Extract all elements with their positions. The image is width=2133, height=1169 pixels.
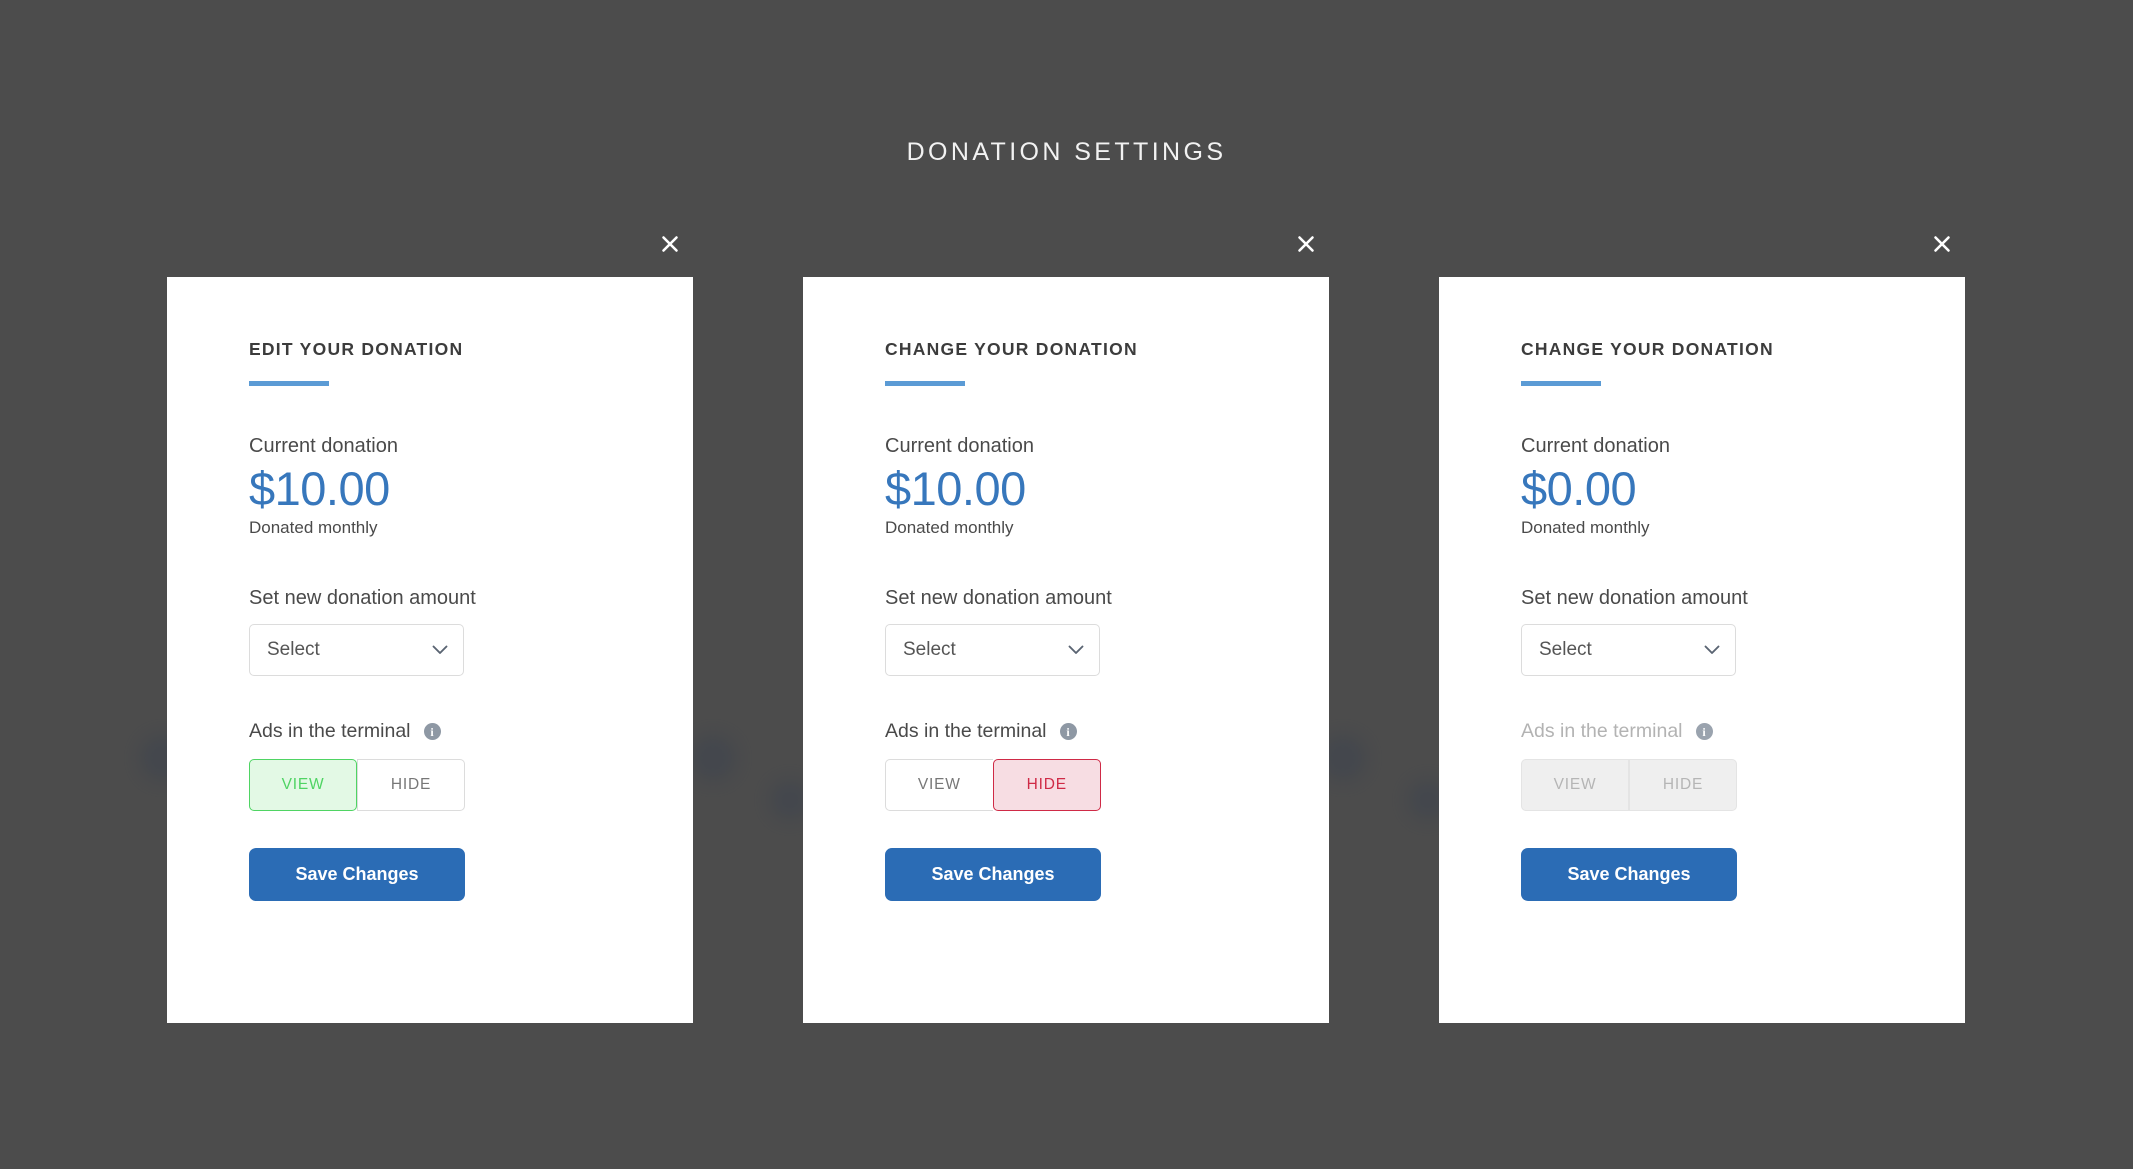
toggle-option-view[interactable]: VIEW [885, 759, 993, 812]
close-icon[interactable] [653, 227, 687, 261]
donation-cards-container: EDIT YOUR DONATION Current donation $10.… [0, 236, 2133, 1023]
chevron-down-icon [1704, 645, 1720, 655]
toggle-option-view[interactable]: VIEW [249, 759, 357, 812]
accent-underline [885, 381, 965, 386]
card-panel: CHANGE YOUR DONATION Current donation $0… [1439, 277, 1965, 1023]
set-new-amount-label: Set new donation amount [1521, 587, 1748, 610]
close-icon[interactable] [1925, 227, 1959, 261]
card-panel: CHANGE YOUR DONATION Current donation $1… [803, 277, 1329, 1023]
card-title: EDIT YOUR DONATION [249, 339, 464, 359]
current-donation-label: Current donation [1521, 435, 1670, 457]
accent-underline [249, 381, 329, 386]
ads-visibility-toggle: VIEW HIDE [249, 759, 465, 812]
donation-frequency: Donated monthly [885, 518, 1014, 538]
current-donation-label: Current donation [249, 435, 398, 457]
card-panel: EDIT YOUR DONATION Current donation $10.… [167, 277, 693, 1023]
toggle-option-hide[interactable]: HIDE [357, 759, 465, 812]
current-donation-label: Current donation [885, 435, 1034, 457]
ads-visibility-toggle: VIEW HIDE [885, 759, 1101, 812]
save-changes-button[interactable]: Save Changes [249, 848, 465, 902]
donation-card-2: CHANGE YOUR DONATION Current donation $1… [803, 236, 1329, 1023]
info-icon[interactable]: i [1059, 723, 1077, 741]
ads-terminal-label: Ads in the terminal [249, 720, 411, 743]
accent-underline [1521, 381, 1601, 386]
current-donation-amount: $0.00 [1521, 462, 1637, 515]
select-value: Select [903, 639, 956, 661]
ads-terminal-row: Ads in the terminal i [885, 720, 1329, 743]
select-value: Select [267, 639, 320, 661]
close-icon[interactable] [1289, 227, 1323, 261]
info-icon[interactable]: i [1695, 723, 1713, 741]
info-icon[interactable]: i [423, 723, 441, 741]
donation-amount-select[interactable]: Select [1521, 624, 1736, 677]
chevron-down-icon [1068, 645, 1084, 655]
toggle-option-view: VIEW [1521, 759, 1629, 812]
ads-terminal-row: Ads in the terminal i [249, 720, 693, 743]
save-changes-button[interactable]: Save Changes [885, 848, 1101, 902]
set-new-amount-label: Set new donation amount [885, 587, 1112, 610]
ads-terminal-label: Ads in the terminal [1521, 720, 1683, 743]
card-title: CHANGE YOUR DONATION [1521, 339, 1774, 359]
page-title: DONATION SETTINGS [906, 138, 1227, 166]
toggle-option-hide: HIDE [1629, 759, 1737, 812]
current-donation-amount: $10.00 [249, 462, 390, 515]
ads-terminal-label: Ads in the terminal [885, 720, 1047, 743]
chevron-down-icon [432, 645, 448, 655]
current-donation-amount: $10.00 [885, 462, 1026, 515]
donation-card-1: EDIT YOUR DONATION Current donation $10.… [167, 236, 693, 1023]
ads-terminal-row: Ads in the terminal i [1521, 720, 1965, 743]
set-new-amount-label: Set new donation amount [249, 587, 476, 610]
ads-visibility-toggle: VIEW HIDE [1521, 759, 1737, 812]
donation-frequency: Donated monthly [249, 518, 378, 538]
card-title: CHANGE YOUR DONATION [885, 339, 1138, 359]
donation-amount-select[interactable]: Select [885, 624, 1100, 677]
select-value: Select [1539, 639, 1592, 661]
donation-card-3: CHANGE YOUR DONATION Current donation $0… [1439, 236, 1965, 1023]
donation-frequency: Donated monthly [1521, 518, 1650, 538]
donation-amount-select[interactable]: Select [249, 624, 464, 677]
save-changes-button[interactable]: Save Changes [1521, 848, 1737, 902]
toggle-option-hide[interactable]: HIDE [992, 759, 1101, 812]
